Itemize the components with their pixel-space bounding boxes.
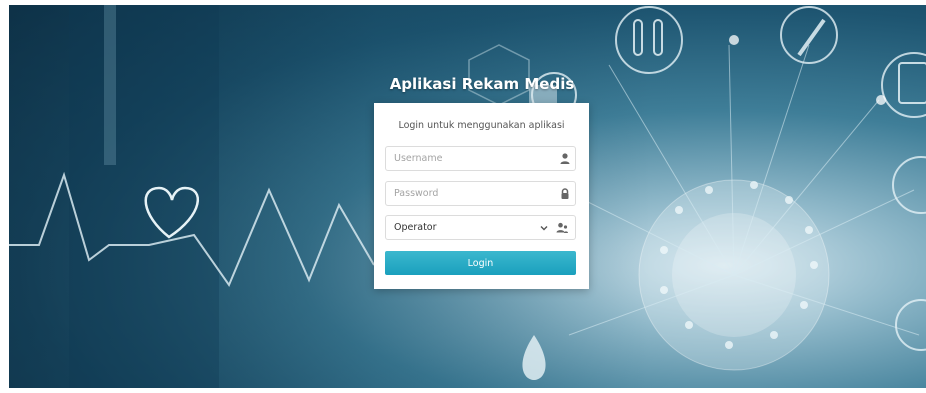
chevron-down-icon[interactable]: [537, 221, 551, 235]
login-button[interactable]: Login: [385, 251, 576, 275]
username-field[interactable]: [385, 146, 576, 171]
user-icon: [560, 153, 570, 164]
lock-icon: [561, 188, 569, 199]
user-group-icon: [556, 222, 568, 233]
app-title: Aplikasi Rekam Medis: [389, 75, 575, 93]
username-input[interactable]: [386, 147, 546, 170]
password-field[interactable]: [385, 181, 576, 206]
role-select-value[interactable]: Operator: [386, 216, 546, 239]
role-select[interactable]: Operator: [385, 215, 576, 240]
login-subtitle: Login untuk menggunakan aplikasi: [398, 120, 565, 131]
password-input[interactable]: [386, 182, 546, 205]
login-page-background: Aplikasi Rekam Medis Login untuk menggun…: [9, 5, 926, 388]
login-panel: Login untuk menggunakan aplikasi Operato…: [374, 103, 589, 289]
